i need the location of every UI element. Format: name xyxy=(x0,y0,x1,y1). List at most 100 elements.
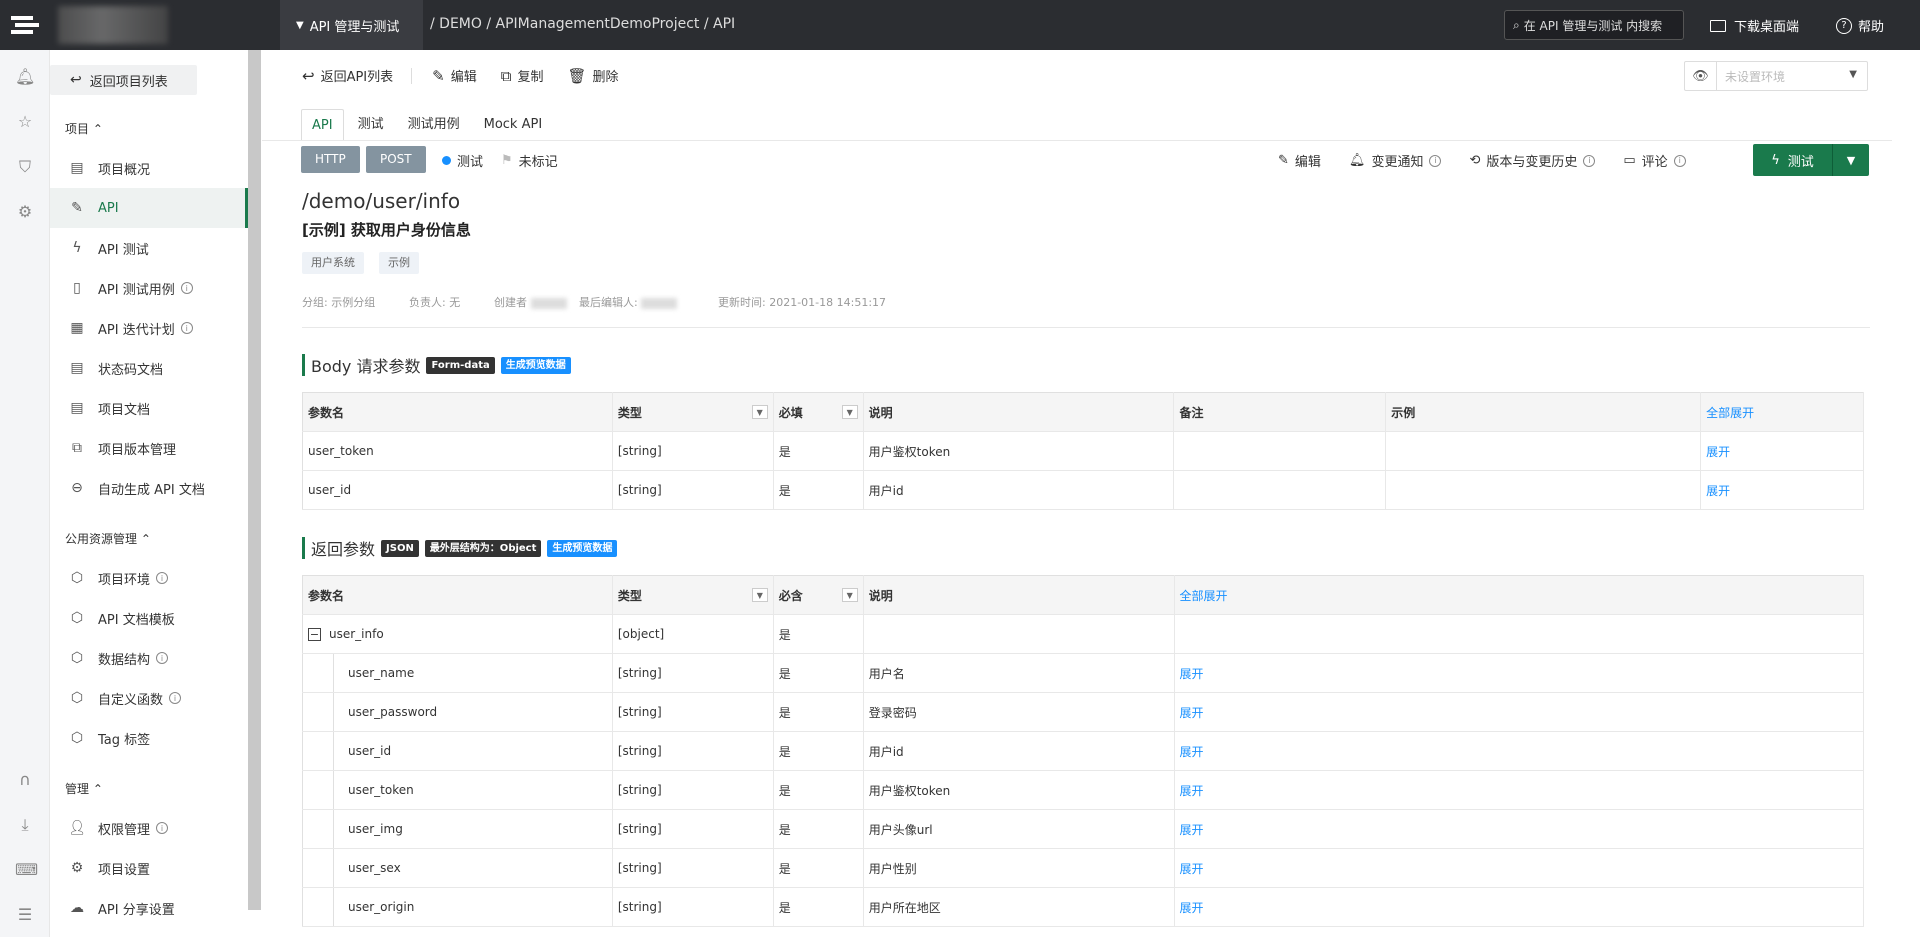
cell: − user_info xyxy=(302,614,613,654)
list-icon[interactable]: ☰ xyxy=(15,905,35,925)
headset-icon[interactable]: ∩ xyxy=(15,770,35,790)
info-icon[interactable]: i xyxy=(169,692,182,704)
col-header: 参数名 xyxy=(302,575,613,615)
return-params-table: 参数名 类型 ▼ 必含 ▼ 说明 全部展开 − user_info [object] … xyxy=(302,575,1864,927)
filter-icon[interactable]: ▼ xyxy=(751,405,768,419)
filter-icon[interactable]: ▼ xyxy=(841,405,858,419)
delete-button[interactable]: 🗑︎ 删除 xyxy=(567,66,618,86)
sidebar-item-api-iteration[interactable]: ▦ API 迭代计划 i xyxy=(50,308,248,348)
environment-select[interactable]: 👁︎ 未设置环境 ▼ xyxy=(1684,61,1868,91)
back-to-api-list-button[interactable]: ↩ 返回API列表 xyxy=(302,66,393,86)
expand-all-link[interactable]: 全部展开 xyxy=(1700,392,1864,432)
cell: [string] xyxy=(612,653,774,693)
global-search-input[interactable]: ⌕ 在 API 管理与测试 内搜索 xyxy=(1504,10,1684,40)
history-icon: ⟲ xyxy=(1469,153,1481,168)
sidebar-item-permissions[interactable]: 👤︎ 权限管理 i xyxy=(50,808,248,848)
col-header-required: 必填 ▼ xyxy=(773,392,864,432)
tag-user-system[interactable]: 用户系统 xyxy=(302,252,364,274)
keyboard-icon[interactable]: ⌨ xyxy=(15,860,38,880)
sidebar-item-auto-doc[interactable]: ⊖ 自动生成 API 文档 xyxy=(50,468,248,508)
cell: user_name xyxy=(302,653,613,693)
collapse-icon[interactable]: − xyxy=(308,628,321,641)
tab-api[interactable]: API xyxy=(301,109,344,141)
comment-button[interactable]: ▭ 评论 i xyxy=(1623,151,1686,170)
body-params-title: Body 请求参数 Form-data 生成预览数据 xyxy=(302,354,571,376)
expand-link[interactable]: 展开 xyxy=(1174,653,1864,693)
test-dropdown-button[interactable]: ▼ xyxy=(1833,144,1869,176)
info-icon[interactable]: i xyxy=(1583,154,1596,167)
meta-creator: 创建者 xyxy=(494,294,567,310)
logo-icon[interactable] xyxy=(0,0,50,50)
sidebar-item-doc-template[interactable]: ⬡ API 文档模板 xyxy=(50,598,248,638)
generate-preview-button[interactable]: 生成预览数据 xyxy=(500,356,571,374)
tab-test[interactable]: 测试 xyxy=(348,109,394,141)
tab-mock[interactable]: Mock API xyxy=(474,109,553,141)
test-button[interactable]: ϟ 测试 xyxy=(1753,144,1833,176)
change-notify-button[interactable]: 🔔︎ 变更通知 i xyxy=(1349,151,1442,170)
cell: [string] xyxy=(612,887,774,927)
section-title-manage[interactable]: 管理 ⌃ xyxy=(65,780,103,797)
info-icon[interactable]: i xyxy=(156,822,169,834)
sidebar-item-share[interactable]: ☁ API 分享设置 xyxy=(50,888,248,928)
filter-icon[interactable]: ▼ xyxy=(841,588,858,602)
back-to-projects-button[interactable]: ↩ 返回项目列表 xyxy=(50,65,197,95)
info-icon[interactable]: i xyxy=(1429,154,1442,167)
expand-link[interactable]: 展开 xyxy=(1174,770,1864,810)
col-header: 备注 xyxy=(1173,392,1387,432)
expand-all-link[interactable]: 全部展开 xyxy=(1174,575,1864,615)
bell-icon[interactable]: 🔔︎ xyxy=(15,67,35,87)
breadcrumb[interactable]: / DEMO / APIManagementDemoProject / API xyxy=(430,16,735,32)
download-icon[interactable]: ⤓ xyxy=(15,815,35,835)
copy-button[interactable]: ⧉ 复制 xyxy=(501,66,544,86)
api-name: [示例] 获取用户身份信息 xyxy=(302,221,471,239)
help-button[interactable]: ? 帮助 xyxy=(1836,16,1884,35)
blurred-name xyxy=(641,297,678,309)
api-status[interactable]: 测试 ⚑ 未标记 xyxy=(442,151,558,170)
edit-api-button[interactable]: ✎ 编辑 xyxy=(1278,151,1321,170)
cell: user_token xyxy=(302,431,613,471)
info-icon[interactable]: i xyxy=(156,572,169,584)
download-desktop-button[interactable]: 下载桌面端 xyxy=(1710,16,1799,35)
sidebar-item-custom-func[interactable]: ⬡ 自定义函数 i xyxy=(50,678,248,718)
info-icon[interactable]: i xyxy=(180,282,193,294)
history-button[interactable]: ⟲ 版本与变更历史 i xyxy=(1469,151,1596,170)
edit-button[interactable]: ✎ 编辑 xyxy=(432,66,477,86)
sidebar-item-tags[interactable]: ⬡ Tag 标签 xyxy=(50,718,248,758)
gear-icon[interactable]: ⚙ xyxy=(15,202,35,222)
sidebar-item-settings[interactable]: ⚙ 项目设置 xyxy=(50,848,248,888)
filter-icon[interactable]: ▼ xyxy=(751,588,768,602)
sidebar-item-data-struct[interactable]: ⬡ 数据结构 i xyxy=(50,638,248,678)
shirt-icon[interactable]: ⛉ xyxy=(15,157,35,177)
cell xyxy=(863,614,1175,654)
section-title-shared[interactable]: 公用资源管理 ⌃ xyxy=(65,530,151,547)
expand-link[interactable]: 展开 xyxy=(1174,848,1864,888)
expand-link[interactable]: 展开 xyxy=(1174,887,1864,927)
tag-example[interactable]: 示例 xyxy=(379,252,419,274)
info-icon[interactable]: i xyxy=(1673,154,1686,167)
sidebar-item-status-doc[interactable]: ▤ 状态码文档 xyxy=(50,348,248,388)
sidebar-item-api-testcase[interactable]: ▯ API 测试用例 i xyxy=(50,268,248,308)
expand-link[interactable]: 展开 xyxy=(1700,431,1864,471)
expand-link[interactable]: 展开 xyxy=(1174,731,1864,771)
generate-preview-button[interactable]: 生成预览数据 xyxy=(547,539,618,557)
sidebar-item-api-test[interactable]: ϟ API 测试 xyxy=(50,228,248,268)
expand-link[interactable]: 展开 xyxy=(1700,470,1864,510)
sidebar-item-overview[interactable]: ▤ 项目概况 xyxy=(50,148,248,188)
sidebar-item-api[interactable]: ✎ API xyxy=(50,188,248,228)
sidebar-item-version[interactable]: ⧉ 项目版本管理 xyxy=(50,428,248,468)
section-title-project[interactable]: 项目 ⌃ xyxy=(65,120,103,137)
info-icon[interactable]: i xyxy=(156,652,169,664)
expand-link[interactable]: 展开 xyxy=(1174,692,1864,732)
sidebar-item-project-doc[interactable]: ▤ 项目文档 xyxy=(50,388,248,428)
cell: [string] xyxy=(612,470,774,510)
expand-link[interactable]: 展开 xyxy=(1174,809,1864,849)
star-icon[interactable]: ☆ xyxy=(15,112,35,132)
sidebar-scrollbar[interactable] xyxy=(248,50,261,910)
tab-testcase[interactable]: 测试用例 xyxy=(398,109,470,141)
sidebar-item-env[interactable]: ⬡ 项目环境 i xyxy=(50,558,248,598)
eye-icon[interactable]: 👁︎ xyxy=(1685,62,1717,90)
module-switcher[interactable]: ▼ API 管理与测试 xyxy=(280,0,423,50)
info-icon[interactable]: i xyxy=(180,322,193,334)
method-badge: POST xyxy=(366,146,426,173)
cell: 是 xyxy=(773,809,864,849)
